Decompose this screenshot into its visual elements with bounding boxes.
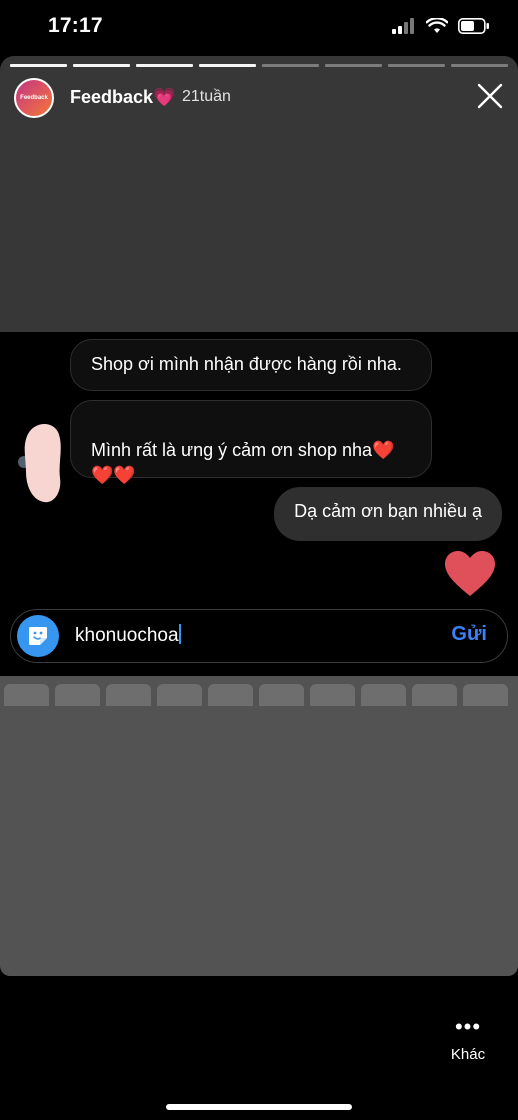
my-message-bubble: Dạ cảm ơn bạn nhiều ạ — [274, 487, 502, 541]
sender-avatar-blurred — [18, 423, 61, 503]
sticker-icon — [29, 627, 47, 645]
text-caret — [178, 624, 181, 644]
avatar-text: Feedback — [20, 95, 48, 101]
keyboard-key[interactable] — [412, 684, 457, 706]
status-bar: 17:17 — [0, 0, 518, 56]
close-icon[interactable] — [476, 82, 504, 110]
message-text: Mình rất là ưng ý cảm ơn shop nha❤️ ❤️❤️ — [91, 440, 395, 485]
reply-bar: khonuochoa Gửi — [10, 609, 508, 663]
signal-icon — [392, 18, 414, 34]
sticker-button[interactable] — [17, 615, 59, 657]
more-icon: ••• — [454, 1014, 482, 1039]
home-indicator[interactable] — [166, 1104, 352, 1110]
my-message-text: Dạ cảm ơn bạn nhiều ạ — [294, 501, 482, 521]
more-button[interactable]: ••• Khác — [448, 1014, 488, 1064]
heart-reaction-icon — [445, 551, 495, 596]
keyboard-key[interactable] — [4, 684, 49, 706]
battery-icon — [458, 18, 489, 34]
keyboard — [0, 676, 518, 976]
reply-input-value: khonuochoa — [75, 625, 179, 646]
keyboard-key[interactable] — [55, 684, 100, 706]
reply-input[interactable]: khonuochoa — [75, 624, 181, 647]
keyboard-key[interactable] — [463, 684, 508, 706]
status-time: 17:17 — [48, 14, 103, 37]
keyboard-key-row — [4, 684, 508, 706]
send-button[interactable]: Gửi — [451, 623, 487, 646]
story-user-name[interactable]: Feedback💗 — [70, 87, 175, 108]
keyboard-key[interactable] — [259, 684, 304, 706]
keyboard-key[interactable] — [310, 684, 355, 706]
story-header: Feedback Feedback💗 21tuần — [0, 56, 518, 136]
keyboard-key[interactable] — [208, 684, 253, 706]
keyboard-key[interactable] — [106, 684, 151, 706]
message-bubble: Shop ơi mình nhận được hàng rồi nha. — [70, 339, 432, 391]
wifi-icon — [426, 18, 448, 33]
keyboard-key[interactable] — [361, 684, 406, 706]
keyboard-key[interactable] — [157, 684, 202, 706]
more-label: Khác — [450, 1046, 486, 1063]
avatar[interactable]: Feedback — [14, 78, 54, 118]
status-icons — [392, 18, 490, 34]
story-time-ago: 21tuần — [182, 88, 231, 105]
message-text: Shop ơi mình nhận được hàng rồi nha. — [91, 354, 402, 374]
message-bubble: Mình rất là ưng ý cảm ơn shop nha❤️ ❤️❤️ — [70, 400, 432, 485]
